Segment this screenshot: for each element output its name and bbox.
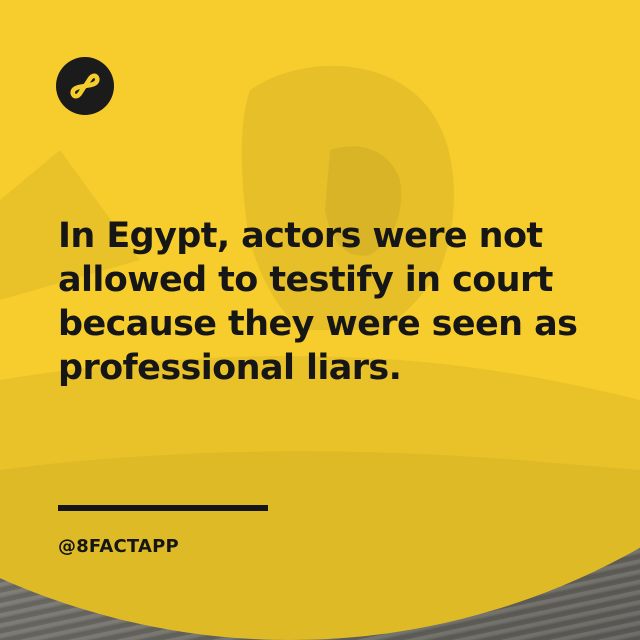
app-logo <box>56 57 114 115</box>
fact-headline: In Egypt, actors were not allowed to tes… <box>58 216 578 388</box>
fact-card: In Egypt, actors were not allowed to tes… <box>0 0 640 640</box>
infinity-eight-icon <box>70 73 100 99</box>
divider-line <box>58 505 268 511</box>
social-handle: @8FACTAPP <box>58 536 179 557</box>
